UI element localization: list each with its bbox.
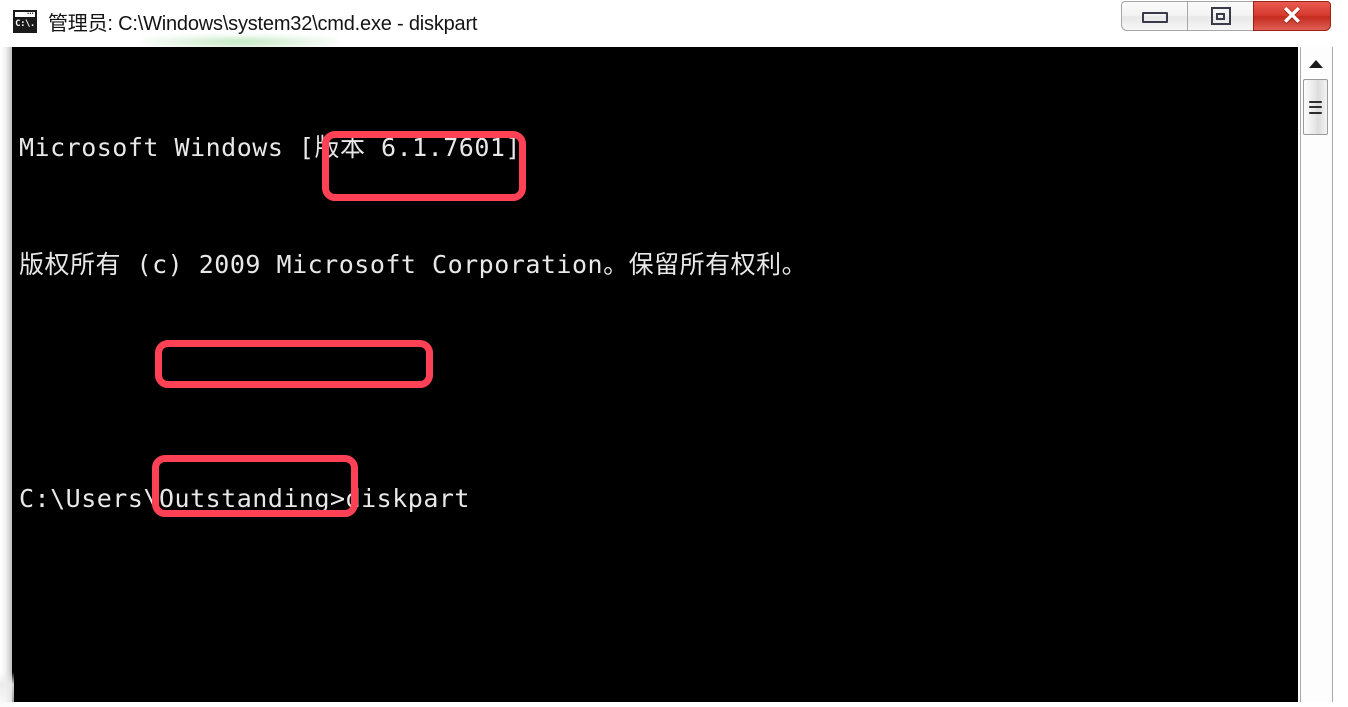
console-left-edge — [0, 47, 12, 702]
console-line-prompt-diskpart: C:\Users\Outstanding>diskpart — [19, 484, 470, 513]
window-title: 管理员: C:\Windows\system32\cmd.exe - diskp… — [48, 12, 478, 35]
console-line: 版权所有 (c) 2009 Microsoft Corporation。保留所有… — [19, 250, 808, 279]
close-icon: ✕ — [1281, 1, 1303, 30]
minimize-icon — [1141, 11, 1168, 23]
console-output-surface[interactable]: Microsoft Windows [版本 6.1.7601] 版权所有 (c)… — [12, 47, 1298, 702]
console-area: Microsoft Windows [版本 6.1.7601] 版权所有 (c)… — [0, 47, 1348, 707]
console-text: Microsoft Windows [版本 6.1.7601] 版权所有 (c)… — [19, 50, 807, 702]
title-bar-left-group: ••• C:\. 管理员: C:\Windows\system32\cmd.ex… — [13, 6, 477, 36]
maximize-button[interactable] — [1187, 1, 1253, 31]
cmd-icon-dots: ••• — [27, 10, 34, 17]
title-bar[interactable]: ••• C:\. 管理员: C:\Windows\system32\cmd.ex… — [0, 0, 1348, 41]
scrollbar-thumb[interactable] — [1303, 79, 1328, 135]
maximize-icon — [1210, 7, 1231, 25]
scrollbar-grip-icon — [1309, 100, 1322, 114]
cmd-window: ••• C:\. 管理员: C:\Windows\system32\cmd.ex… — [0, 0, 1348, 707]
minimize-button[interactable] — [1121, 1, 1187, 31]
console-line: Microsoft Windows [版本 6.1.7601] — [19, 133, 521, 162]
cmd-icon-screen: C:\. — [15, 17, 35, 31]
window-controls: ✕ — [1121, 1, 1331, 33]
scrollbar-up-button[interactable] — [1301, 52, 1330, 76]
close-button[interactable]: ✕ — [1253, 1, 1331, 31]
cmd-console-icon: ••• C:\. — [13, 9, 37, 33]
chevron-up-icon — [1308, 60, 1323, 68]
console-scrollbar[interactable] — [1300, 47, 1333, 702]
scrollbar-track[interactable] — [1301, 139, 1330, 702]
